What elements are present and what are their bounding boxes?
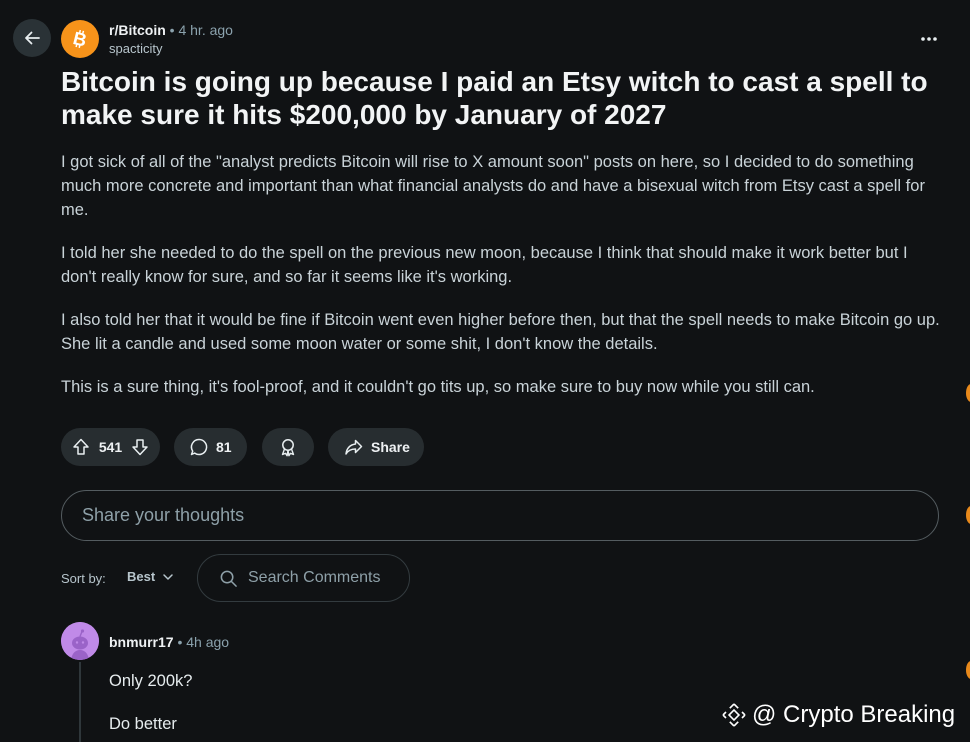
- comment-icon: [190, 438, 208, 456]
- comment-paragraph: Only 200k?: [109, 672, 193, 690]
- thread-line[interactable]: [79, 662, 81, 742]
- subreddit-avatar[interactable]: B: [61, 20, 99, 58]
- meta-separator: •: [177, 634, 183, 650]
- post-paragraph: I got sick of all of the "analyst predic…: [61, 153, 925, 219]
- vote-control: 541: [61, 428, 160, 466]
- post-paragraph: This is a sure thing, it's fool-proof, a…: [61, 378, 815, 396]
- chevron-down-icon: [163, 573, 173, 580]
- post-paragraph: I told her she needed to do the spell on…: [61, 244, 908, 286]
- upvote-icon[interactable]: [71, 437, 91, 457]
- composer-placeholder: Share your thoughts: [82, 505, 245, 525]
- avatar[interactable]: [61, 622, 99, 660]
- sort-label: Sort by:: [61, 571, 106, 586]
- subreddit-link[interactable]: r/Bitcoin: [109, 22, 166, 38]
- comment-time: 4h ago: [186, 634, 230, 650]
- comments-button[interactable]: 81: [174, 428, 247, 466]
- edge-avatar-partial: [966, 384, 970, 402]
- watermark: @ Crypto Breaking: [720, 701, 955, 729]
- edge-avatar-partial: [966, 661, 970, 679]
- post-paragraph: I also told her that it would be fine if…: [61, 311, 940, 353]
- post-time: 4 hr. ago: [178, 22, 233, 38]
- post-body: I got sick of all of the "analyst predic…: [61, 150, 943, 418]
- share-icon: [345, 439, 363, 455]
- binance-logo-icon: [722, 703, 746, 727]
- more-horizontal-icon: [921, 37, 937, 41]
- comment-paragraph: Do better: [109, 715, 177, 733]
- downvote-icon[interactable]: [130, 437, 150, 457]
- bitcoin-logo-icon: B: [71, 28, 89, 50]
- sort-dropdown[interactable]: Best: [127, 569, 175, 584]
- vote-count: 541: [98, 439, 123, 455]
- edge-avatar-partial: [966, 506, 970, 524]
- watermark-text: @ Crypto Breaking: [752, 701, 956, 728]
- back-button[interactable]: [13, 19, 51, 57]
- meta-separator: •: [169, 22, 175, 38]
- comment-author[interactable]: bnmurr17: [109, 634, 174, 650]
- award-button[interactable]: [262, 428, 314, 466]
- share-button[interactable]: Share: [328, 428, 424, 466]
- more-options-button[interactable]: [914, 25, 944, 53]
- search-placeholder: Search Comments: [248, 569, 381, 586]
- comment-meta: bnmurr17 • 4h ago: [109, 634, 229, 650]
- share-label: Share: [371, 439, 410, 455]
- arrow-left-icon: [25, 31, 40, 45]
- post-page: B r/Bitcoin • 4 hr. ago spacticity Bitco…: [0, 0, 970, 742]
- search-icon: [220, 570, 237, 587]
- comment-count: 81: [216, 439, 232, 455]
- sort-selected: Best: [127, 569, 156, 584]
- award-icon: [281, 439, 295, 457]
- comment-composer[interactable]: Share your thoughts: [61, 490, 939, 541]
- comment-body: Only 200k? Do better: [109, 669, 192, 742]
- snoo-avatar-icon: [61, 622, 99, 660]
- search-comments-input[interactable]: Search Comments: [197, 554, 410, 602]
- post-author[interactable]: spacticity: [109, 41, 162, 57]
- post-title: Bitcoin is going up because I paid an Et…: [61, 66, 928, 130]
- post-meta: r/Bitcoin • 4 hr. ago: [109, 22, 233, 39]
